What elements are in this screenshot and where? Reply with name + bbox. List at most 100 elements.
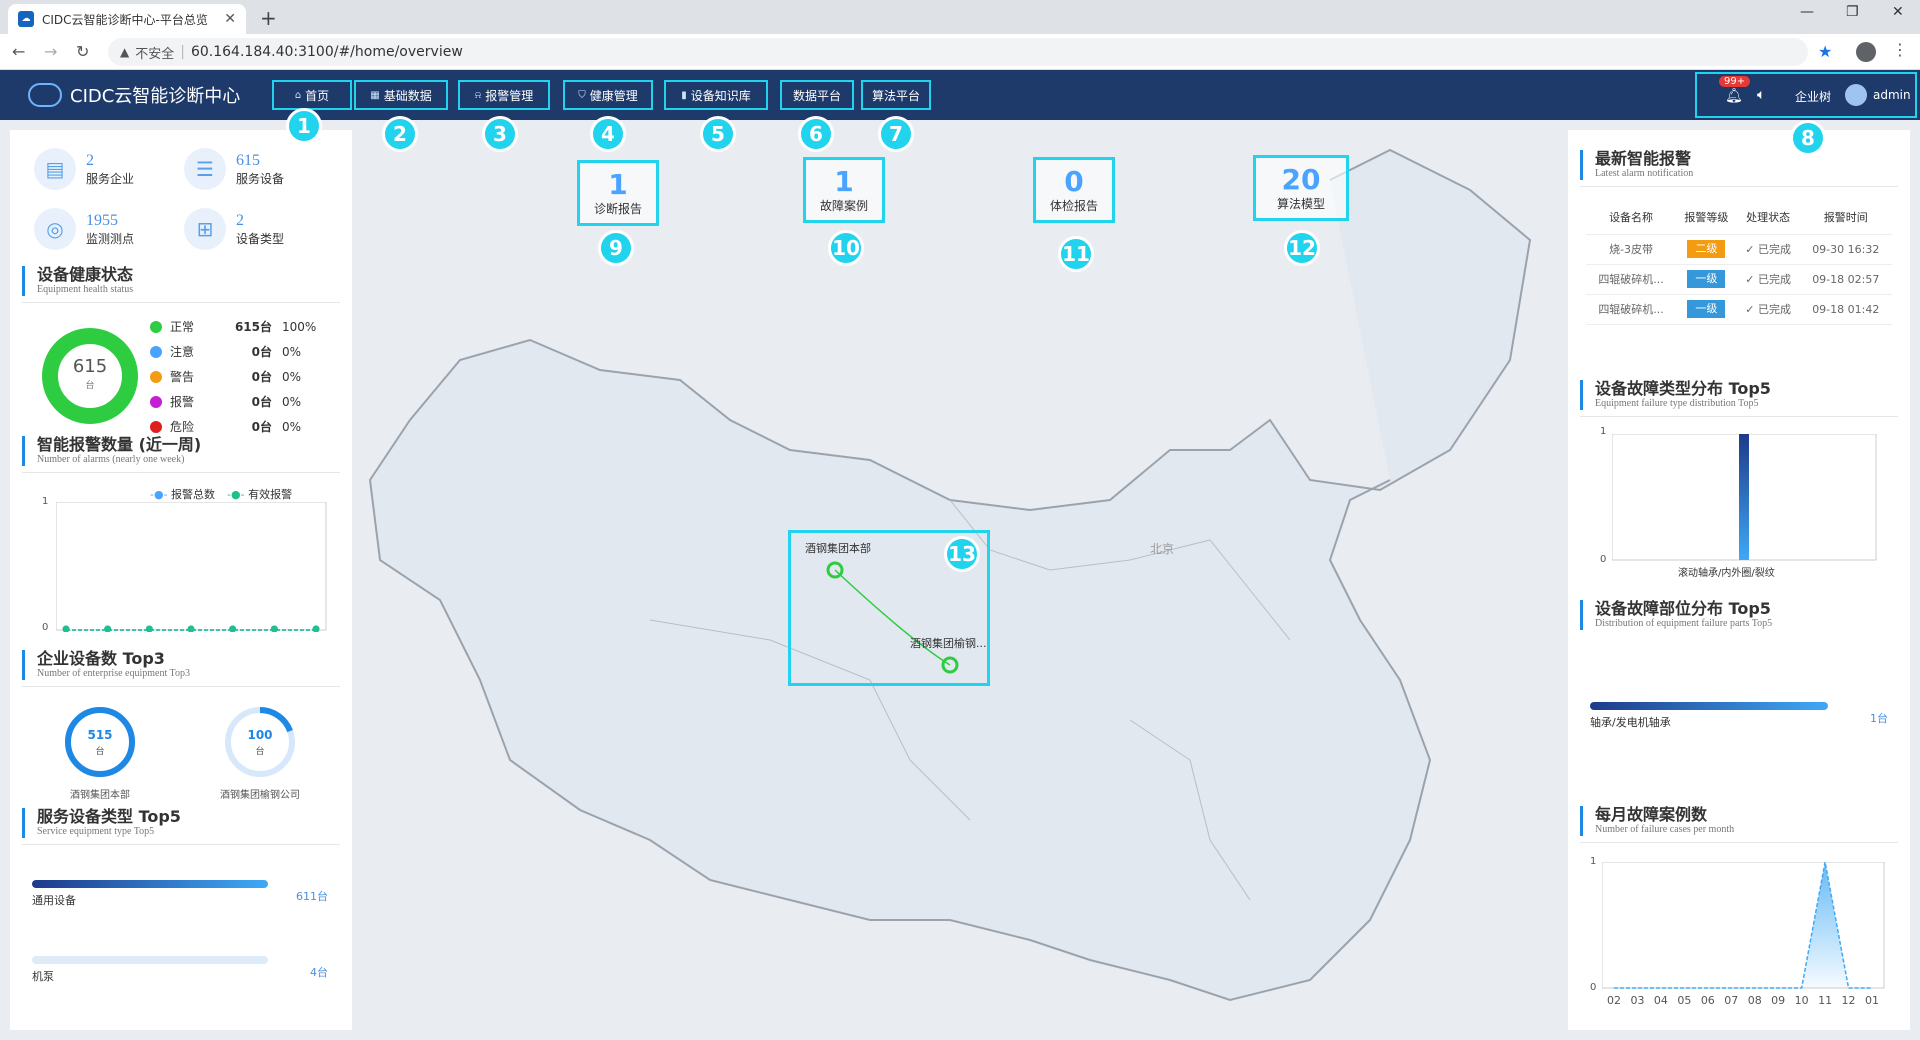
nav-data-platform[interactable]: 数据平台 <box>780 80 854 110</box>
legend-row-attention: 注意 0台 0% <box>150 343 301 360</box>
data-point <box>104 625 112 632</box>
logo-text: CIDC云智能诊断中心 <box>70 86 241 107</box>
legend-row-normal: 正常 615台 100% <box>150 318 316 335</box>
divider <box>22 302 340 303</box>
kpi-service-equipment: ☰ 615 服务设备 <box>184 148 284 190</box>
close-tab-icon[interactable]: ✕ <box>224 11 236 27</box>
marker-4: 4 <box>590 116 626 152</box>
service-bar-label: 机泵 <box>32 970 54 983</box>
stat-diagnosis-report[interactable]: 1 诊断报告 <box>577 160 659 226</box>
area-fill <box>1614 862 1872 988</box>
marker-11: 11 <box>1058 236 1094 272</box>
data-point <box>62 625 70 632</box>
legend-name: 警告 <box>170 370 195 384</box>
table-row[interactable]: 四辊破碎机... 一级 ✓ 已完成 09-18 02:57 <box>1586 264 1892 295</box>
window-close-icon[interactable]: ✕ <box>1892 4 1904 20</box>
divider <box>22 472 340 473</box>
legend-pct: 100% <box>282 319 317 334</box>
username[interactable]: admin <box>1873 88 1911 102</box>
month-tick-label: 04 <box>1653 994 1668 1007</box>
enterprise-unit: 台 <box>255 747 265 757</box>
legend-dot <box>150 345 162 358</box>
alarm-icon: ⍾ <box>474 89 482 101</box>
divider <box>1580 186 1898 187</box>
profile-avatar-icon[interactable] <box>1856 42 1876 62</box>
org-tree-button[interactable]: 企业树 <box>1795 88 1831 105</box>
nav-alarm-management[interactable]: ⍾ 报警管理 <box>458 80 550 110</box>
table-row[interactable]: 烧-3皮带 二级 ✓ 已完成 09-30 16:32 <box>1586 234 1892 265</box>
new-tab-icon[interactable]: + <box>260 6 277 30</box>
service-bar-value: 4台 <box>310 966 328 979</box>
minimize-icon[interactable]: — <box>1800 4 1814 20</box>
stat-value: 1 <box>834 164 854 198</box>
col-device: 设备名称 <box>1586 200 1677 235</box>
forward-icon[interactable]: → <box>44 42 57 61</box>
bell-icon[interactable]: 🔔︎ <box>1725 88 1743 104</box>
fault-part-bar <box>1590 702 1828 710</box>
kpi-equipment-types: ⊞ 2 设备类型 <box>184 208 284 250</box>
marker-2: 2 <box>382 116 418 152</box>
stat-value: 20 <box>1281 162 1321 196</box>
col-level: 报警等级 <box>1676 200 1737 235</box>
marker-8: 8 <box>1790 120 1826 156</box>
cloud-logo-icon <box>28 83 62 107</box>
kpi-value: 2 <box>236 211 244 229</box>
nav-algorithm-platform[interactable]: 算法平台 <box>861 80 931 110</box>
speaker-icon[interactable]: 🔈︎ <box>1757 87 1765 103</box>
right-panel: 最新智能报警 Latest alarm notification 设备名称 报警… <box>1568 130 1910 1030</box>
section-title-en: Distribution of equipment failure parts … <box>1595 618 1773 629</box>
stat-checkup-report[interactable]: 0 体检报告 <box>1033 157 1115 223</box>
site-favicon-icon: ☁ <box>18 11 34 27</box>
reload-icon[interactable]: ↻ <box>76 42 89 61</box>
legend-row-alarm: 报警 0台 0% <box>150 393 301 410</box>
url-field[interactable]: ▲ 不安全 | 60.164.184.40:3100/#/home/overvi… <box>108 38 1808 66</box>
plot-frame <box>56 502 327 631</box>
nav-home[interactable]: ⌂ 首页 <box>272 80 352 110</box>
section-title-en: Equipment failure type distribution Top5 <box>1595 398 1759 409</box>
kpi-label: 设备类型 <box>236 231 285 246</box>
level-badge: 一级 <box>1687 270 1726 288</box>
divider <box>1580 416 1898 417</box>
check-circle-icon: ✓ <box>1745 243 1755 256</box>
month-tick-label: 03 <box>1630 994 1645 1007</box>
legend-dot <box>150 420 162 433</box>
stat-algorithm-model[interactable]: 20 算法模型 <box>1253 155 1349 221</box>
kpi-value: 615 <box>236 151 260 169</box>
legend-name: 报警 <box>170 395 195 409</box>
section-title-cn: 最新智能报警 <box>1595 149 1692 168</box>
user-avatar[interactable] <box>1845 84 1867 106</box>
cell-device: 四辊破碎机... <box>1586 294 1677 325</box>
service-bar-pump <box>32 956 268 964</box>
month-tick-label: 09 <box>1771 994 1786 1007</box>
app-logo[interactable]: CIDC云智能诊断中心 <box>28 82 240 108</box>
legend-count: 0台 <box>251 395 272 409</box>
section-title-cn: 服务设备类型 Top5 <box>37 807 181 826</box>
restore-icon[interactable]: ❐ <box>1846 4 1859 20</box>
browser-tab[interactable]: ☁ CIDC云智能诊断中心-平台总览 ✕ <box>8 4 246 34</box>
server-icon: ☰ <box>184 148 226 190</box>
service-bar-general <box>32 880 268 888</box>
book-icon: ▮ <box>681 89 687 101</box>
y-axis-bottom: 0 <box>42 622 49 633</box>
cell-status: ✓ 已完成 <box>1736 264 1800 295</box>
col-status: 处理状态 <box>1736 200 1800 235</box>
back-icon[interactable]: ← <box>12 42 25 61</box>
kpi-service-enterprise: ▤ 2 服务企业 <box>34 148 134 190</box>
browser-menu-icon[interactable]: ⋮ <box>1892 40 1908 59</box>
bookmark-star-icon[interactable]: ★ <box>1818 42 1832 61</box>
section-title-latest-alarms: 最新智能报警 Latest alarm notification <box>1580 150 1693 180</box>
divider <box>22 686 340 687</box>
stat-label: 诊断报告 <box>593 201 642 216</box>
nav-knowledge-base[interactable]: ▮ 设备知识库 <box>664 80 768 110</box>
stat-fault-case[interactable]: 1 故障案例 <box>803 157 885 223</box>
table-row[interactable]: 四辊破碎机... 一级 ✓ 已完成 09-18 01:42 <box>1586 294 1892 325</box>
marker-1: 1 <box>286 108 322 144</box>
legend-row-danger: 危险 0台 0% <box>150 418 301 435</box>
fault-type-bar-chart <box>1612 434 1877 561</box>
data-point <box>312 625 320 632</box>
marker-3: 3 <box>482 116 518 152</box>
legend-name: 正常 <box>170 320 195 334</box>
nav-basic-data[interactable]: ▦ 基础数据 <box>354 80 448 110</box>
notification-badge: 99+ <box>1719 76 1751 87</box>
nav-health-management[interactable]: ⛉ 健康管理 <box>563 80 653 110</box>
